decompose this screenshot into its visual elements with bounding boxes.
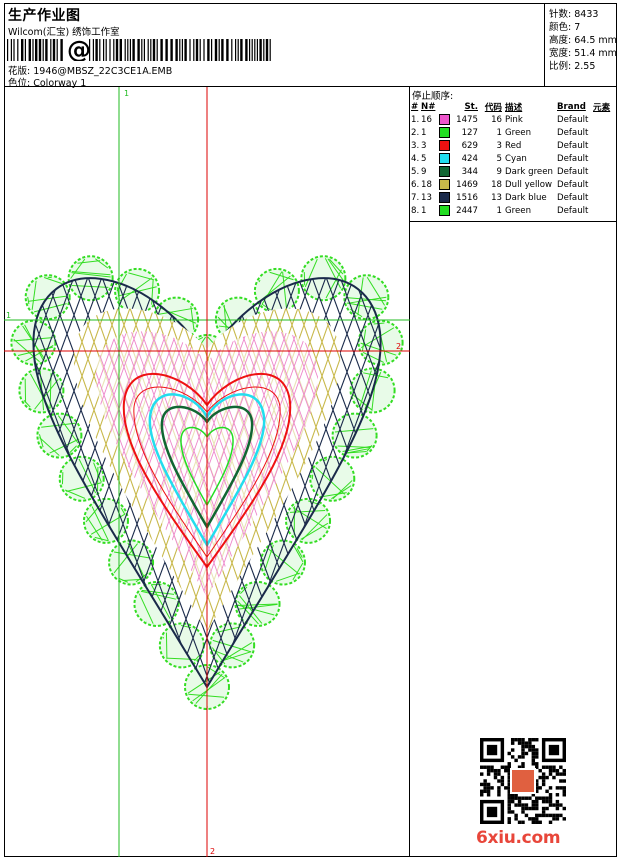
col-hash: # xyxy=(411,100,421,113)
row-description: Dark green xyxy=(502,165,557,178)
row-index: 3. xyxy=(411,139,421,152)
row-description: Pink xyxy=(502,113,557,126)
row-stitches: 629 xyxy=(453,139,478,152)
guide-label-right: 2 xyxy=(396,342,401,351)
row-code: 3 xyxy=(478,139,502,152)
color-swatch xyxy=(439,166,450,177)
row-brand: Default xyxy=(557,191,593,204)
guide-label-top: 1 xyxy=(124,89,129,98)
row-needle: 13 xyxy=(421,191,439,204)
row-index: 1. xyxy=(411,113,421,126)
row-description: Cyan xyxy=(502,152,557,165)
row-description: Green xyxy=(502,126,557,139)
row-code: 16 xyxy=(478,113,502,126)
row-brand: Default xyxy=(557,178,593,191)
barcode: @ xyxy=(7,39,273,61)
table-row: 3.36293RedDefault xyxy=(411,139,616,152)
row-needle: 1 xyxy=(421,126,439,139)
watermark: 6xiu.com xyxy=(476,828,560,848)
row-brand: Default xyxy=(557,113,593,126)
row-description: Dull yellow xyxy=(502,178,557,191)
spec-height: 高度: 64.5 mm xyxy=(549,32,617,46)
table-row: 4.54245CyanDefault xyxy=(411,152,616,165)
row-brand: Default xyxy=(557,204,593,217)
row-needle: 9 xyxy=(421,165,439,178)
col-st: St. xyxy=(453,100,478,113)
studio-name: Wilcom(汇宝) 绣饰工作室 xyxy=(8,24,120,38)
embroidery-preview: 1 1 2 2 xyxy=(4,87,410,857)
spec-width: 宽度: 51.4 mm xyxy=(549,45,617,59)
row-needle: 3 xyxy=(421,139,439,152)
header-panel: 生产作业图 Wilcom(汇宝) 绣饰工作室 @ 花版: 1946@MBSZ_2… xyxy=(4,3,545,87)
barcode-glyph: @ xyxy=(67,39,91,61)
row-needle: 16 xyxy=(421,113,439,126)
col-element: 元素 xyxy=(593,100,616,113)
table-row: 5.93449Dark greenDefault xyxy=(411,165,616,178)
design-canvas: 1 1 2 2 xyxy=(4,87,410,857)
row-index: 2. xyxy=(411,126,421,139)
row-index: 5. xyxy=(411,165,421,178)
row-code: 1 xyxy=(478,204,502,217)
spec-scale: 比例: 2.55 xyxy=(549,58,595,72)
spec-colors: 颜色: 7 xyxy=(549,19,580,33)
table-row: 2.11271GreenDefault xyxy=(411,126,616,139)
row-stitches: 1475 xyxy=(453,113,478,126)
col-code: 代码 xyxy=(478,100,502,113)
row-needle: 1 xyxy=(421,204,439,217)
table-row: 6.18146918Dull yellowDefault xyxy=(411,178,616,191)
row-description: Red xyxy=(502,139,557,152)
row-stitches: 1516 xyxy=(453,191,478,204)
row-code: 1 xyxy=(478,126,502,139)
page-title: 生产作业图 xyxy=(8,5,81,25)
row-description: Dark blue xyxy=(502,191,557,204)
guide-label-bottom: 2 xyxy=(210,847,215,856)
row-stitches: 127 xyxy=(453,126,478,139)
color-swatch xyxy=(439,140,450,151)
row-stitches: 344 xyxy=(453,165,478,178)
col-brand: Brand xyxy=(557,100,593,113)
stop-sequence-table: # N# St. 代码 描述 Brand 元素 1.16147516PinkDe… xyxy=(411,100,616,217)
row-description: Green xyxy=(502,204,557,217)
row-code: 9 xyxy=(478,165,502,178)
table-row: 8.124471GreenDefault xyxy=(411,204,616,217)
row-stitches: 1469 xyxy=(453,178,478,191)
col-n: N# xyxy=(421,100,439,113)
color-swatch xyxy=(439,192,450,203)
spec-panel: 针数: 8433 颜色: 7 高度: 64.5 mm 宽度: 51.4 mm 比… xyxy=(545,3,617,87)
row-needle: 5 xyxy=(421,152,439,165)
panel-divider xyxy=(410,221,617,222)
color-swatch xyxy=(439,114,450,125)
row-needle: 18 xyxy=(421,178,439,191)
row-stitches: 424 xyxy=(453,152,478,165)
table-header: # N# St. 代码 描述 Brand 元素 xyxy=(411,100,616,113)
row-index: 8. xyxy=(411,204,421,217)
row-brand: Default xyxy=(557,139,593,152)
row-code: 5 xyxy=(478,152,502,165)
row-index: 4. xyxy=(411,152,421,165)
color-swatch xyxy=(439,153,450,164)
qr-code xyxy=(480,738,566,824)
spec-stitches: 针数: 8433 xyxy=(549,6,598,20)
row-code: 18 xyxy=(478,178,502,191)
color-swatch xyxy=(439,179,450,190)
table-row: 1.16147516PinkDefault xyxy=(411,113,616,126)
row-index: 7. xyxy=(411,191,421,204)
row-brand: Default xyxy=(557,152,593,165)
qr-logo-icon xyxy=(512,770,534,792)
row-index: 6. xyxy=(411,178,421,191)
color-swatch xyxy=(439,127,450,138)
guide-label-left: 1 xyxy=(6,311,11,320)
row-brand: Default xyxy=(557,165,593,178)
table-row: 7.13151613Dark blueDefault xyxy=(411,191,616,204)
col-desc: 描述 xyxy=(502,100,557,113)
row-stitches: 2447 xyxy=(453,204,478,217)
row-code: 13 xyxy=(478,191,502,204)
color-swatch xyxy=(439,205,450,216)
row-brand: Default xyxy=(557,126,593,139)
